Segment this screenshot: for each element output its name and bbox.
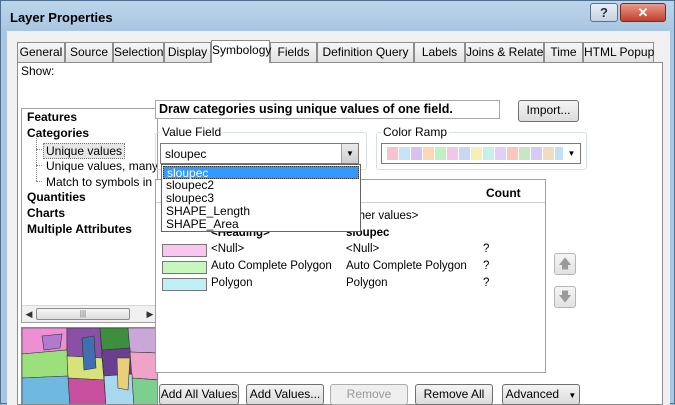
- ramp-swatch: [423, 147, 434, 160]
- color-ramp-combo[interactable]: ▼: [381, 143, 581, 164]
- dropdown-arrow-icon[interactable]: ▼: [341, 144, 358, 163]
- move-down-button[interactable]: 🡇: [554, 286, 576, 308]
- ramp-swatch: [387, 147, 398, 160]
- symbology-panel: Show: Features Categories Unique values Uni…: [17, 62, 663, 405]
- tab-definition-query[interactable]: Definition Query: [317, 42, 414, 62]
- color-ramp-group: Color Ramp ▼: [376, 125, 587, 170]
- ramp-swatch: [543, 147, 554, 160]
- map-region: [67, 377, 107, 404]
- dropdown-arrow-icon: ▼: [568, 391, 577, 400]
- arrow-up-icon: 🡅: [558, 256, 572, 271]
- tab-selection[interactable]: Selection: [113, 42, 164, 62]
- help-button[interactable]: ?: [590, 3, 618, 22]
- remove-button[interactable]: Remove: [330, 384, 408, 405]
- description-text: Draw categories using unique values of o…: [155, 100, 500, 119]
- ramp-swatch: [519, 147, 530, 160]
- tree-connector: [36, 135, 37, 181]
- tab-source[interactable]: Source: [65, 42, 113, 62]
- import-button[interactable]: Import...: [518, 100, 579, 122]
- tab-time[interactable]: Time: [544, 42, 583, 62]
- tree-connector: [36, 181, 42, 182]
- show-item-multiple-attributes[interactable]: Multiple Attributes: [27, 222, 132, 236]
- row-label: <Null>: [346, 243, 380, 255]
- map-region: [22, 375, 71, 404]
- tab-symbology[interactable]: Symbology: [211, 40, 271, 63]
- show-item-unique-values[interactable]: Unique values: [43, 143, 126, 159]
- map-preview-image: [21, 327, 158, 405]
- remove-all-button[interactable]: Remove All: [415, 384, 493, 405]
- value-field-option[interactable]: SHAPE_Area: [163, 218, 359, 231]
- tab-display[interactable]: Display: [164, 42, 211, 62]
- row-label: Auto Complete Polygon: [346, 260, 467, 272]
- map-region: [41, 333, 63, 351]
- tab-html-popup[interactable]: HTML Popup: [583, 42, 654, 62]
- value-field-value: sloupec: [165, 147, 207, 161]
- symbol-swatch[interactable]: [162, 278, 207, 291]
- move-up-button[interactable]: 🡅: [554, 253, 576, 275]
- ramp-swatch: [483, 147, 494, 160]
- map-region: [99, 328, 131, 351]
- ramp-swatch: [447, 147, 458, 160]
- arrow-down-icon: 🡇: [558, 289, 572, 304]
- ramp-swatch: [459, 147, 470, 160]
- ramp-swatch: [435, 147, 446, 160]
- count-header[interactable]: Count: [486, 186, 521, 200]
- scroll-left-icon[interactable]: ◀: [23, 308, 35, 320]
- row-value: <Null>: [211, 243, 245, 255]
- row-label: Polygon: [346, 277, 388, 289]
- tree-connector: [36, 165, 42, 166]
- value-field-label: Value Field: [160, 125, 224, 139]
- map-region: [81, 335, 97, 371]
- tab-fields[interactable]: Fields: [270, 42, 317, 62]
- map-region: [116, 357, 131, 391]
- ramp-swatch: [495, 147, 506, 160]
- row-count: ?: [483, 277, 490, 289]
- show-list-scrollbar[interactable]: ◀ ||| ▶: [22, 305, 157, 322]
- value-field-dropdown-list[interactable]: sloupec sloupec2 sloupec3 SHAPE_Length SHAPE…: [161, 164, 361, 232]
- ramp-swatch: [399, 147, 410, 160]
- dropdown-arrow-icon[interactable]: ▼: [563, 144, 580, 163]
- show-item-charts[interactable]: Charts: [27, 206, 65, 220]
- tab-general[interactable]: General: [17, 42, 65, 62]
- tab-labels[interactable]: Labels: [414, 42, 465, 62]
- row-count: ?: [483, 243, 490, 255]
- show-item-features[interactable]: Features: [27, 110, 77, 124]
- value-field-combo[interactable]: sloupec ▼: [160, 143, 359, 164]
- advanced-button[interactable]: Advanced ▼: [502, 384, 580, 405]
- ramp-swatch: [471, 147, 482, 160]
- title-bar[interactable]: Layer Properties ? ✕: [1, 1, 675, 35]
- add-values-button[interactable]: Add Values...: [246, 384, 324, 405]
- row-count: ?: [483, 260, 490, 272]
- ramp-swatch: [507, 147, 518, 160]
- ramp-swatch: [531, 147, 542, 160]
- show-item-quantities[interactable]: Quantities: [27, 190, 86, 204]
- layer-properties-window: Layer Properties ? ✕ General Source Select…: [0, 0, 675, 405]
- close-button[interactable]: ✕: [620, 3, 666, 22]
- map-region: [131, 377, 157, 404]
- map-region: [129, 351, 157, 381]
- show-label: Show:: [21, 64, 55, 78]
- color-ramp-swatches: [387, 147, 579, 160]
- symbol-swatch[interactable]: [162, 261, 207, 274]
- tab-joins-relates[interactable]: Joins & Relates: [465, 42, 549, 62]
- advanced-label: Advanced: [505, 387, 560, 401]
- show-item-match-to-symbols-in-a[interactable]: Match to symbols in a: [46, 175, 157, 189]
- map-region: [127, 328, 157, 354]
- row-value: Polygon: [211, 277, 253, 289]
- dialog-client: General Source Selection Display Symbology Fi…: [7, 31, 670, 405]
- color-ramp-label: Color Ramp: [381, 125, 450, 139]
- symbol-swatch[interactable]: [162, 244, 207, 257]
- window-title: Layer Properties: [10, 10, 113, 25]
- add-all-values-button[interactable]: Add All Values: [159, 384, 239, 405]
- show-item-unique-values-many[interactable]: Unique values, many: [46, 159, 157, 173]
- map-region: [22, 349, 69, 379]
- tree-connector: [36, 149, 42, 150]
- row-value: Auto Complete Polygon: [211, 260, 332, 272]
- scroll-thumb[interactable]: |||: [36, 308, 130, 320]
- show-list[interactable]: Features Categories Unique values Unique va…: [21, 108, 158, 323]
- ramp-swatch: [411, 147, 422, 160]
